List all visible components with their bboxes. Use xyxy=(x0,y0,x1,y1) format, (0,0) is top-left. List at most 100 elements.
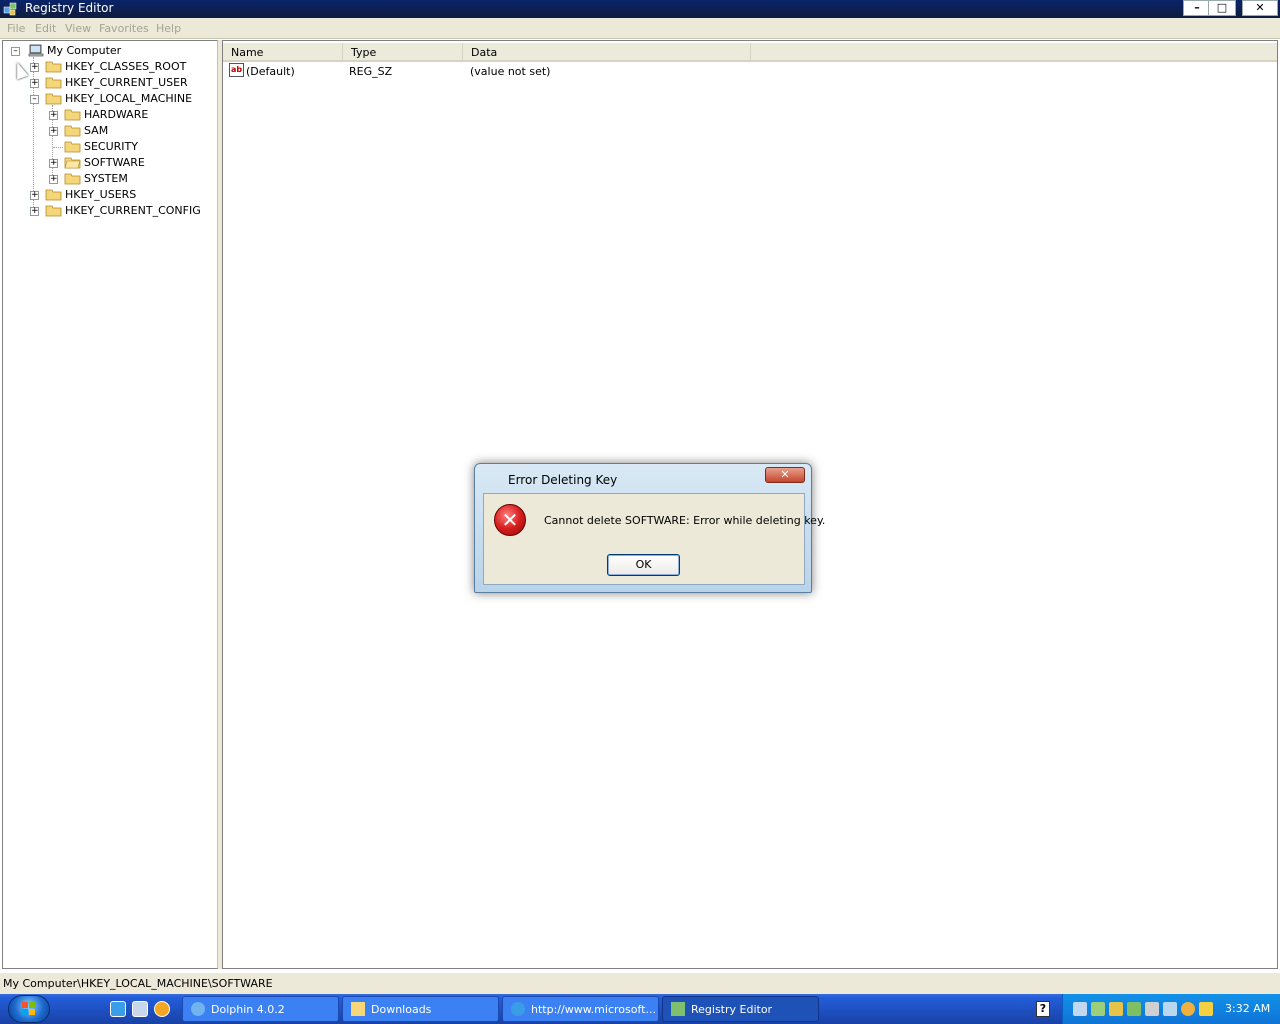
regedit-icon xyxy=(3,2,17,16)
tree-item-software[interactable]: + SOFTWARE xyxy=(3,155,217,171)
tree-item-system[interactable]: + SYSTEM xyxy=(3,171,217,187)
folder-icon xyxy=(64,109,81,121)
computer-icon xyxy=(28,44,44,57)
tree-item-label: HKEY_CURRENT_CONFIG xyxy=(65,204,201,217)
tray-app-icon[interactable] xyxy=(1091,1002,1105,1016)
tree-item-label: HKEY_CURRENT_USER xyxy=(65,76,188,89)
volume-icon[interactable] xyxy=(1145,1002,1159,1016)
folder-open-icon xyxy=(45,93,62,105)
column-header-filler xyxy=(751,43,1277,62)
help-icon[interactable]: ? xyxy=(1036,1001,1050,1017)
tree-item-label: HARDWARE xyxy=(84,108,149,121)
dialog-title: Error Deleting Key xyxy=(508,473,618,487)
tree-item-label: HKEY_USERS xyxy=(65,188,137,201)
media-player-icon[interactable] xyxy=(154,1001,170,1017)
search-icon[interactable] xyxy=(1181,1002,1195,1016)
dolphin-icon xyxy=(191,1002,205,1016)
tree-item-label: SOFTWARE xyxy=(84,156,145,169)
folder-icon xyxy=(64,125,81,137)
folder-icon xyxy=(64,141,81,153)
expand-toggle[interactable]: + xyxy=(30,207,39,216)
tree-item-hkey-local-machine[interactable]: – HKEY_LOCAL_MACHINE xyxy=(3,91,217,107)
folder-open-icon xyxy=(64,157,81,169)
tree-item-label: SECURITY xyxy=(84,140,138,153)
error-dialog[interactable]: Error Deleting Key ✕ ✕ Cannot delete SOF… xyxy=(474,463,825,593)
tree-item-hkey-current-config[interactable]: + HKEY_CURRENT_CONFIG xyxy=(3,203,217,219)
tray-app-icon[interactable] xyxy=(1163,1002,1177,1016)
start-button[interactable] xyxy=(8,995,50,1023)
ok-button[interactable]: OK xyxy=(607,554,680,576)
task-label: http://www.microsoft... xyxy=(531,1003,656,1016)
taskbar: Dolphin 4.0.2 Downloads http://www.micro… xyxy=(0,994,1280,1024)
collapse-toggle[interactable]: – xyxy=(11,47,20,56)
menu-bar: File Edit View Favorites Help xyxy=(0,18,1280,39)
column-header-name[interactable]: Name xyxy=(223,43,343,62)
network-icon[interactable] xyxy=(1073,1002,1087,1016)
column-header-data[interactable]: Data xyxy=(463,43,751,62)
clock[interactable]: 3:32 AM xyxy=(1225,1002,1270,1015)
tree-item-sam[interactable]: + SAM xyxy=(3,123,217,139)
expand-toggle[interactable]: + xyxy=(30,63,39,72)
expand-toggle[interactable]: + xyxy=(30,191,39,200)
windows-logo-icon xyxy=(22,1002,35,1015)
tree-item-my-computer[interactable]: – My Computer xyxy=(3,43,217,59)
tray-app-icon[interactable] xyxy=(1199,1002,1213,1016)
menu-view[interactable]: View xyxy=(65,22,91,35)
expand-toggle[interactable]: + xyxy=(30,79,39,88)
regedit-icon xyxy=(671,1002,685,1016)
task-label: Downloads xyxy=(371,1003,432,1016)
menu-help[interactable]: Help xyxy=(156,22,181,35)
status-bar: My Computer\HKEY_LOCAL_MACHINE\SOFTWARE xyxy=(0,972,1280,994)
dialog-body: ✕ Cannot delete SOFTWARE: Error while de… xyxy=(483,493,825,585)
menu-file[interactable]: File xyxy=(7,22,25,35)
expand-toggle[interactable]: + xyxy=(49,127,58,136)
task-label: Registry Editor xyxy=(691,1003,773,1016)
string-value-icon: ab xyxy=(229,63,244,77)
desktop-icon[interactable] xyxy=(132,1001,148,1017)
system-tray: 3:32 AM xyxy=(1062,994,1280,1024)
title-bar[interactable]: Registry Editor – □ ✕ xyxy=(0,0,1280,18)
restore-button[interactable]: □ xyxy=(1208,0,1236,16)
registry-tree[interactable]: – My Computer + HKEY_CLASSES_ROOT + HKEY… xyxy=(2,40,218,969)
tree-item-hkey-users[interactable]: + HKEY_USERS xyxy=(3,187,217,203)
expand-toggle[interactable]: + xyxy=(49,111,58,120)
tray-app-icon[interactable] xyxy=(1127,1002,1141,1016)
task-dolphin[interactable]: Dolphin 4.0.2 xyxy=(182,996,339,1022)
column-header-type[interactable]: Type xyxy=(343,43,463,62)
folder-icon xyxy=(45,61,62,73)
tree-item-label: My Computer xyxy=(47,44,122,57)
minimize-button[interactable]: – xyxy=(1183,0,1211,16)
ie-icon xyxy=(511,1002,525,1016)
folder-icon xyxy=(45,205,62,217)
task-label: Dolphin 4.0.2 xyxy=(211,1003,285,1016)
expand-toggle[interactable]: + xyxy=(49,159,58,168)
task-registry-editor[interactable]: Registry Editor xyxy=(662,996,819,1022)
ie-icon[interactable] xyxy=(110,1001,126,1017)
tree-item-hkey-current-user[interactable]: + HKEY_CURRENT_USER xyxy=(3,75,217,91)
status-path: My Computer\HKEY_LOCAL_MACHINE\SOFTWARE xyxy=(3,977,273,990)
dialog-close-button[interactable]: ✕ xyxy=(765,467,805,483)
tree-item-hardware[interactable]: + HARDWARE xyxy=(3,107,217,123)
menu-favorites[interactable]: Favorites xyxy=(99,22,149,35)
tree-item-hkey-classes-root[interactable]: + HKEY_CLASSES_ROOT xyxy=(3,59,217,75)
tray-app-icon[interactable] xyxy=(1109,1002,1123,1016)
error-icon: ✕ xyxy=(494,504,526,536)
tree-item-label: HKEY_CLASSES_ROOT xyxy=(65,60,187,73)
expand-toggle[interactable]: + xyxy=(49,175,58,184)
tree-item-label: HKEY_LOCAL_MACHINE xyxy=(65,92,193,105)
task-downloads[interactable]: Downloads xyxy=(342,996,499,1022)
value-data: (value not set) xyxy=(470,65,551,78)
tree-item-security[interactable]: SECURITY xyxy=(3,139,217,155)
window-title: Registry Editor xyxy=(25,1,114,15)
value-name: (Default) xyxy=(246,65,295,78)
folder-icon xyxy=(64,173,81,185)
folder-icon xyxy=(45,77,62,89)
dialog-message: Cannot delete SOFTWARE: Error while dele… xyxy=(544,514,826,527)
close-button[interactable]: ✕ xyxy=(1242,0,1278,16)
menu-edit[interactable]: Edit xyxy=(35,22,56,35)
task-internet-explorer[interactable]: http://www.microsoft... xyxy=(502,996,659,1022)
collapse-toggle[interactable]: – xyxy=(30,95,39,104)
tree-connector xyxy=(53,147,63,148)
folder-icon xyxy=(45,189,62,201)
tree-item-label: SAM xyxy=(84,124,109,137)
